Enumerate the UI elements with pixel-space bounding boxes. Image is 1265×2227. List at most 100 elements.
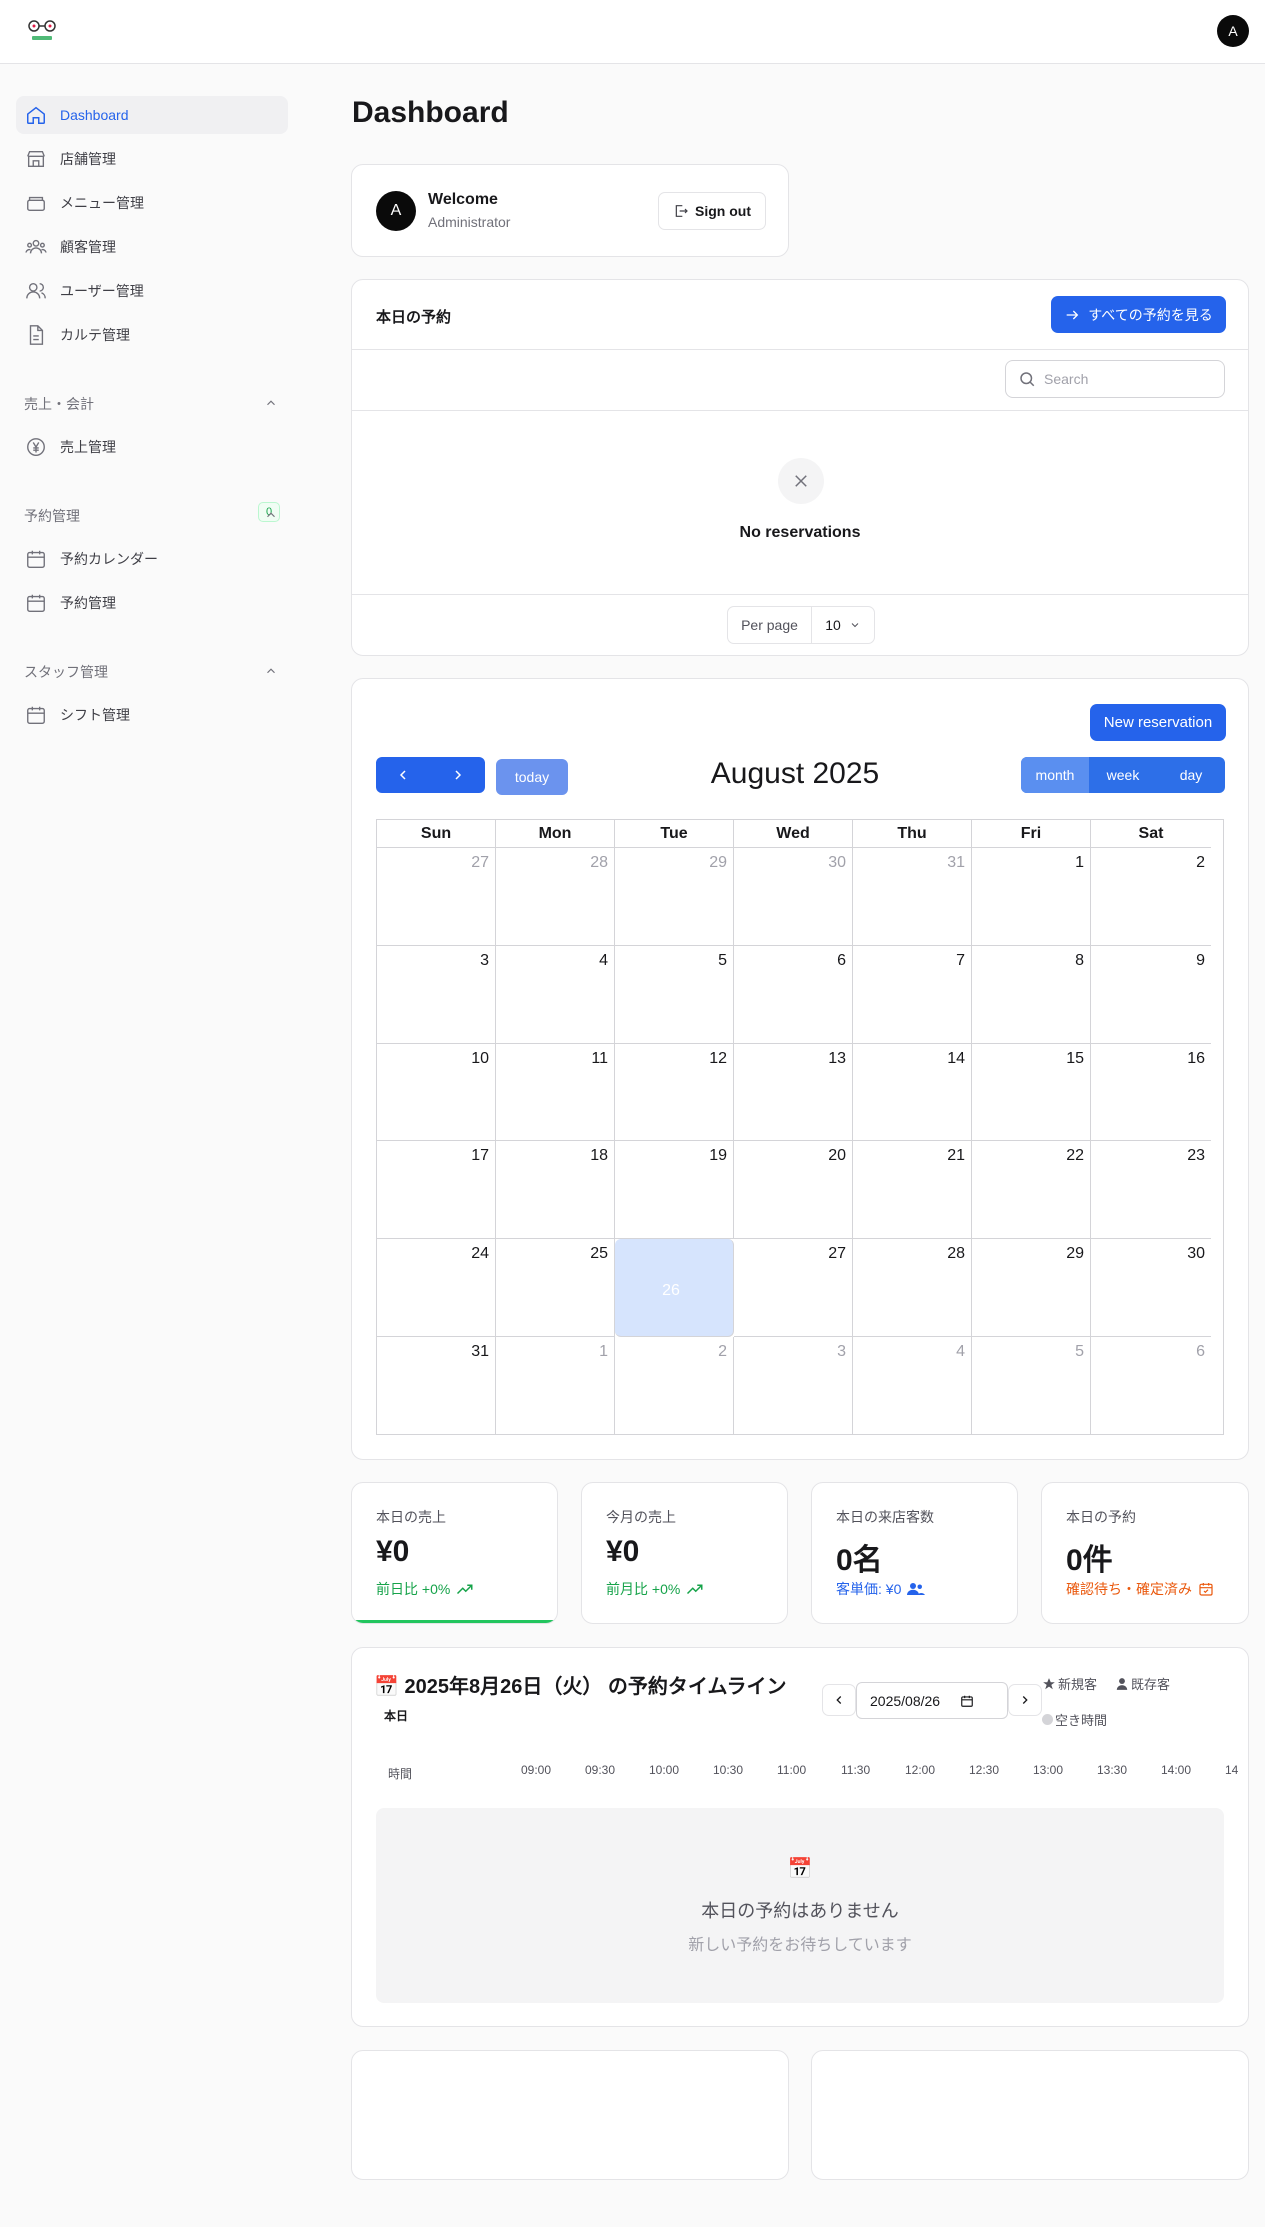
calendar-day-cell[interactable]: 5	[972, 1337, 1091, 1435]
welcome-card: A Welcome Administrator Sign out	[351, 164, 789, 257]
calendar-day-cell[interactable]: 20	[734, 1141, 853, 1239]
sidebar-item-users[interactable]: ユーザー管理	[16, 272, 288, 310]
user-avatar[interactable]: A	[1217, 15, 1249, 47]
calendar-day-cell[interactable]: 14	[853, 1044, 972, 1141]
calendar-day-cell[interactable]: 12	[615, 1044, 734, 1141]
calendar-day-cell[interactable]: 18	[496, 1141, 615, 1239]
calendar-day-cell[interactable]: 2	[1091, 848, 1211, 946]
calendar-day-cell[interactable]: 9	[1091, 946, 1211, 1044]
stat-label: 本日の売上	[376, 1509, 446, 1525]
sidebar-item-label: メニュー管理	[60, 195, 144, 211]
sidebar-item-customers[interactable]: 顧客管理	[16, 228, 288, 266]
calendar-day-cell[interactable]: 4	[853, 1337, 972, 1435]
view-all-reservations-button[interactable]: すべての予約を見る	[1051, 296, 1226, 333]
sidebar-item-label: ユーザー管理	[60, 283, 144, 299]
calendar-day-cell[interactable]: 7	[853, 946, 972, 1044]
divider	[352, 349, 1248, 350]
calendar-day-cell[interactable]: 29	[615, 848, 734, 946]
calendar-icon	[27, 550, 45, 568]
calendar-day-cell[interactable]: 27	[734, 1239, 853, 1337]
legend-free-time: 空き時間	[1042, 1710, 1107, 1729]
calendar-day-cell[interactable]: 15	[972, 1044, 1091, 1141]
calendar-day-cell[interactable]: 13	[734, 1044, 853, 1141]
calendar-day-cell[interactable]: 21	[853, 1141, 972, 1239]
sidebar-item-sales[interactable]: 売上管理	[16, 428, 288, 466]
calendar-grid: Sun Mon Tue Wed Thu Fri Sat 27 28 29 30 31 1 2 3 4 5 6 7 8 9…	[376, 819, 1224, 1435]
next-month-button[interactable]	[431, 757, 485, 793]
legend-label: 空き時間	[1055, 1713, 1108, 1728]
calendar-day-cell[interactable]: 11	[496, 1044, 615, 1141]
calendar-day-cell[interactable]: 24	[377, 1239, 496, 1337]
calendar-day-cell[interactable]: 3	[377, 946, 496, 1044]
calendar-day-cell[interactable]: 27	[377, 848, 496, 946]
view-day-button[interactable]: day	[1157, 757, 1225, 793]
sidebar-item-label: Dashboard	[60, 107, 129, 123]
sidebar: Dashboard 店舗管理 メニュー管理 顧客管理 ユーザー管理 カルテ管理 …	[0, 64, 300, 724]
calendar-day-cell[interactable]: 3	[734, 1337, 853, 1435]
calendar-day-cell[interactable]: 1	[496, 1337, 615, 1435]
sidebar-item-stores[interactable]: 店舗管理	[16, 140, 288, 178]
view-week-button[interactable]: week	[1089, 757, 1157, 793]
stat-sub: 確認待ち・確定済み	[1066, 1579, 1214, 1599]
chevron-up-icon[interactable]	[264, 664, 278, 678]
calendar-day-cell[interactable]: 28	[853, 1239, 972, 1337]
calendar-day-cell[interactable]: 1	[972, 848, 1091, 946]
calendar-day-cell[interactable]: 31	[853, 848, 972, 946]
prev-month-button[interactable]	[376, 757, 430, 793]
search-icon	[1020, 372, 1035, 387]
chevron-up-icon[interactable]	[264, 508, 278, 522]
divider	[352, 410, 1248, 411]
reservations-title: 本日の予約	[376, 309, 452, 326]
calendar-day-cell[interactable]: 31	[377, 1337, 496, 1435]
reservations-card: 本日の予約 すべての予約を見る No reservations Per page…	[351, 279, 1249, 656]
calendar-day-cell[interactable]: 8	[972, 946, 1091, 1044]
calendar-day-cell[interactable]: 23	[1091, 1141, 1211, 1239]
empty-state-text: No reservations	[739, 524, 861, 541]
users-icon	[907, 1583, 926, 1595]
new-reservation-button[interactable]: New reservation	[1090, 704, 1226, 741]
calendar-day-cell[interactable]: 6	[1091, 1337, 1211, 1435]
sidebar-item-reservation-calendar[interactable]: 予約カレンダー	[16, 540, 288, 578]
today-button[interactable]: today	[496, 759, 568, 795]
timeline-date-input[interactable]: 2025/08/26	[856, 1682, 1008, 1719]
calendar-day-cell[interactable]: 16	[1091, 1044, 1211, 1141]
sidebar-item-reservations[interactable]: 予約管理	[16, 584, 288, 622]
calendar-day-cell[interactable]: 19	[615, 1141, 734, 1239]
sidebar-item-charts[interactable]: カルテ管理	[16, 316, 288, 354]
calendar-day-cell[interactable]: 6	[734, 946, 853, 1044]
calendar-day-cell[interactable]: 10	[377, 1044, 496, 1141]
file-icon	[29, 325, 44, 345]
store-icon	[27, 150, 45, 168]
chevron-right-icon	[455, 770, 462, 780]
calendar-day-cell[interactable]: 28	[496, 848, 615, 946]
chevron-left-icon	[399, 770, 406, 780]
calendar-day-cell[interactable]: 26	[615, 1239, 734, 1337]
calendar-day-cell[interactable]: 5	[615, 946, 734, 1044]
stat-value: 0名	[836, 1544, 883, 1577]
app-logo[interactable]	[24, 16, 62, 46]
calendar-day-cell[interactable]: 4	[496, 946, 615, 1044]
calendar-day-cell[interactable]: 17	[377, 1141, 496, 1239]
chevron-up-icon[interactable]	[264, 396, 278, 410]
view-month-button[interactable]: month	[1021, 757, 1089, 793]
weekday-header-tue: Tue	[615, 820, 734, 848]
calendar-day-cell[interactable]: 25	[496, 1239, 615, 1337]
calendar-day-cell[interactable]: 30	[1091, 1239, 1211, 1337]
per-page-select[interactable]: 10	[812, 607, 874, 643]
sidebar-item-shifts[interactable]: シフト管理	[16, 696, 288, 724]
star-icon	[1043, 1677, 1055, 1689]
calendar-day-cell[interactable]: 29	[972, 1239, 1091, 1337]
stat-sub-text: 客単価: ¥0	[836, 1581, 902, 1597]
search-input[interactable]: Search	[1005, 360, 1225, 398]
calendar-day-cell[interactable]: 22	[972, 1141, 1091, 1239]
stat-sub: 客単価: ¥0	[836, 1579, 926, 1599]
sign-out-button[interactable]: Sign out	[658, 192, 766, 230]
calendar-day-cell[interactable]: 30	[734, 848, 853, 946]
calendar-day-cell[interactable]: 2	[615, 1337, 734, 1435]
timeline-time-tick: 12:00	[905, 1763, 936, 1777]
timeline-next-day-button[interactable]	[1008, 1684, 1042, 1716]
sidebar-item-dashboard[interactable]: Dashboard	[16, 96, 288, 134]
timeline-prev-day-button[interactable]	[822, 1684, 856, 1716]
sidebar-item-menu[interactable]: メニュー管理	[16, 184, 288, 222]
legend-existing-customer: 既存客	[1115, 1674, 1170, 1693]
